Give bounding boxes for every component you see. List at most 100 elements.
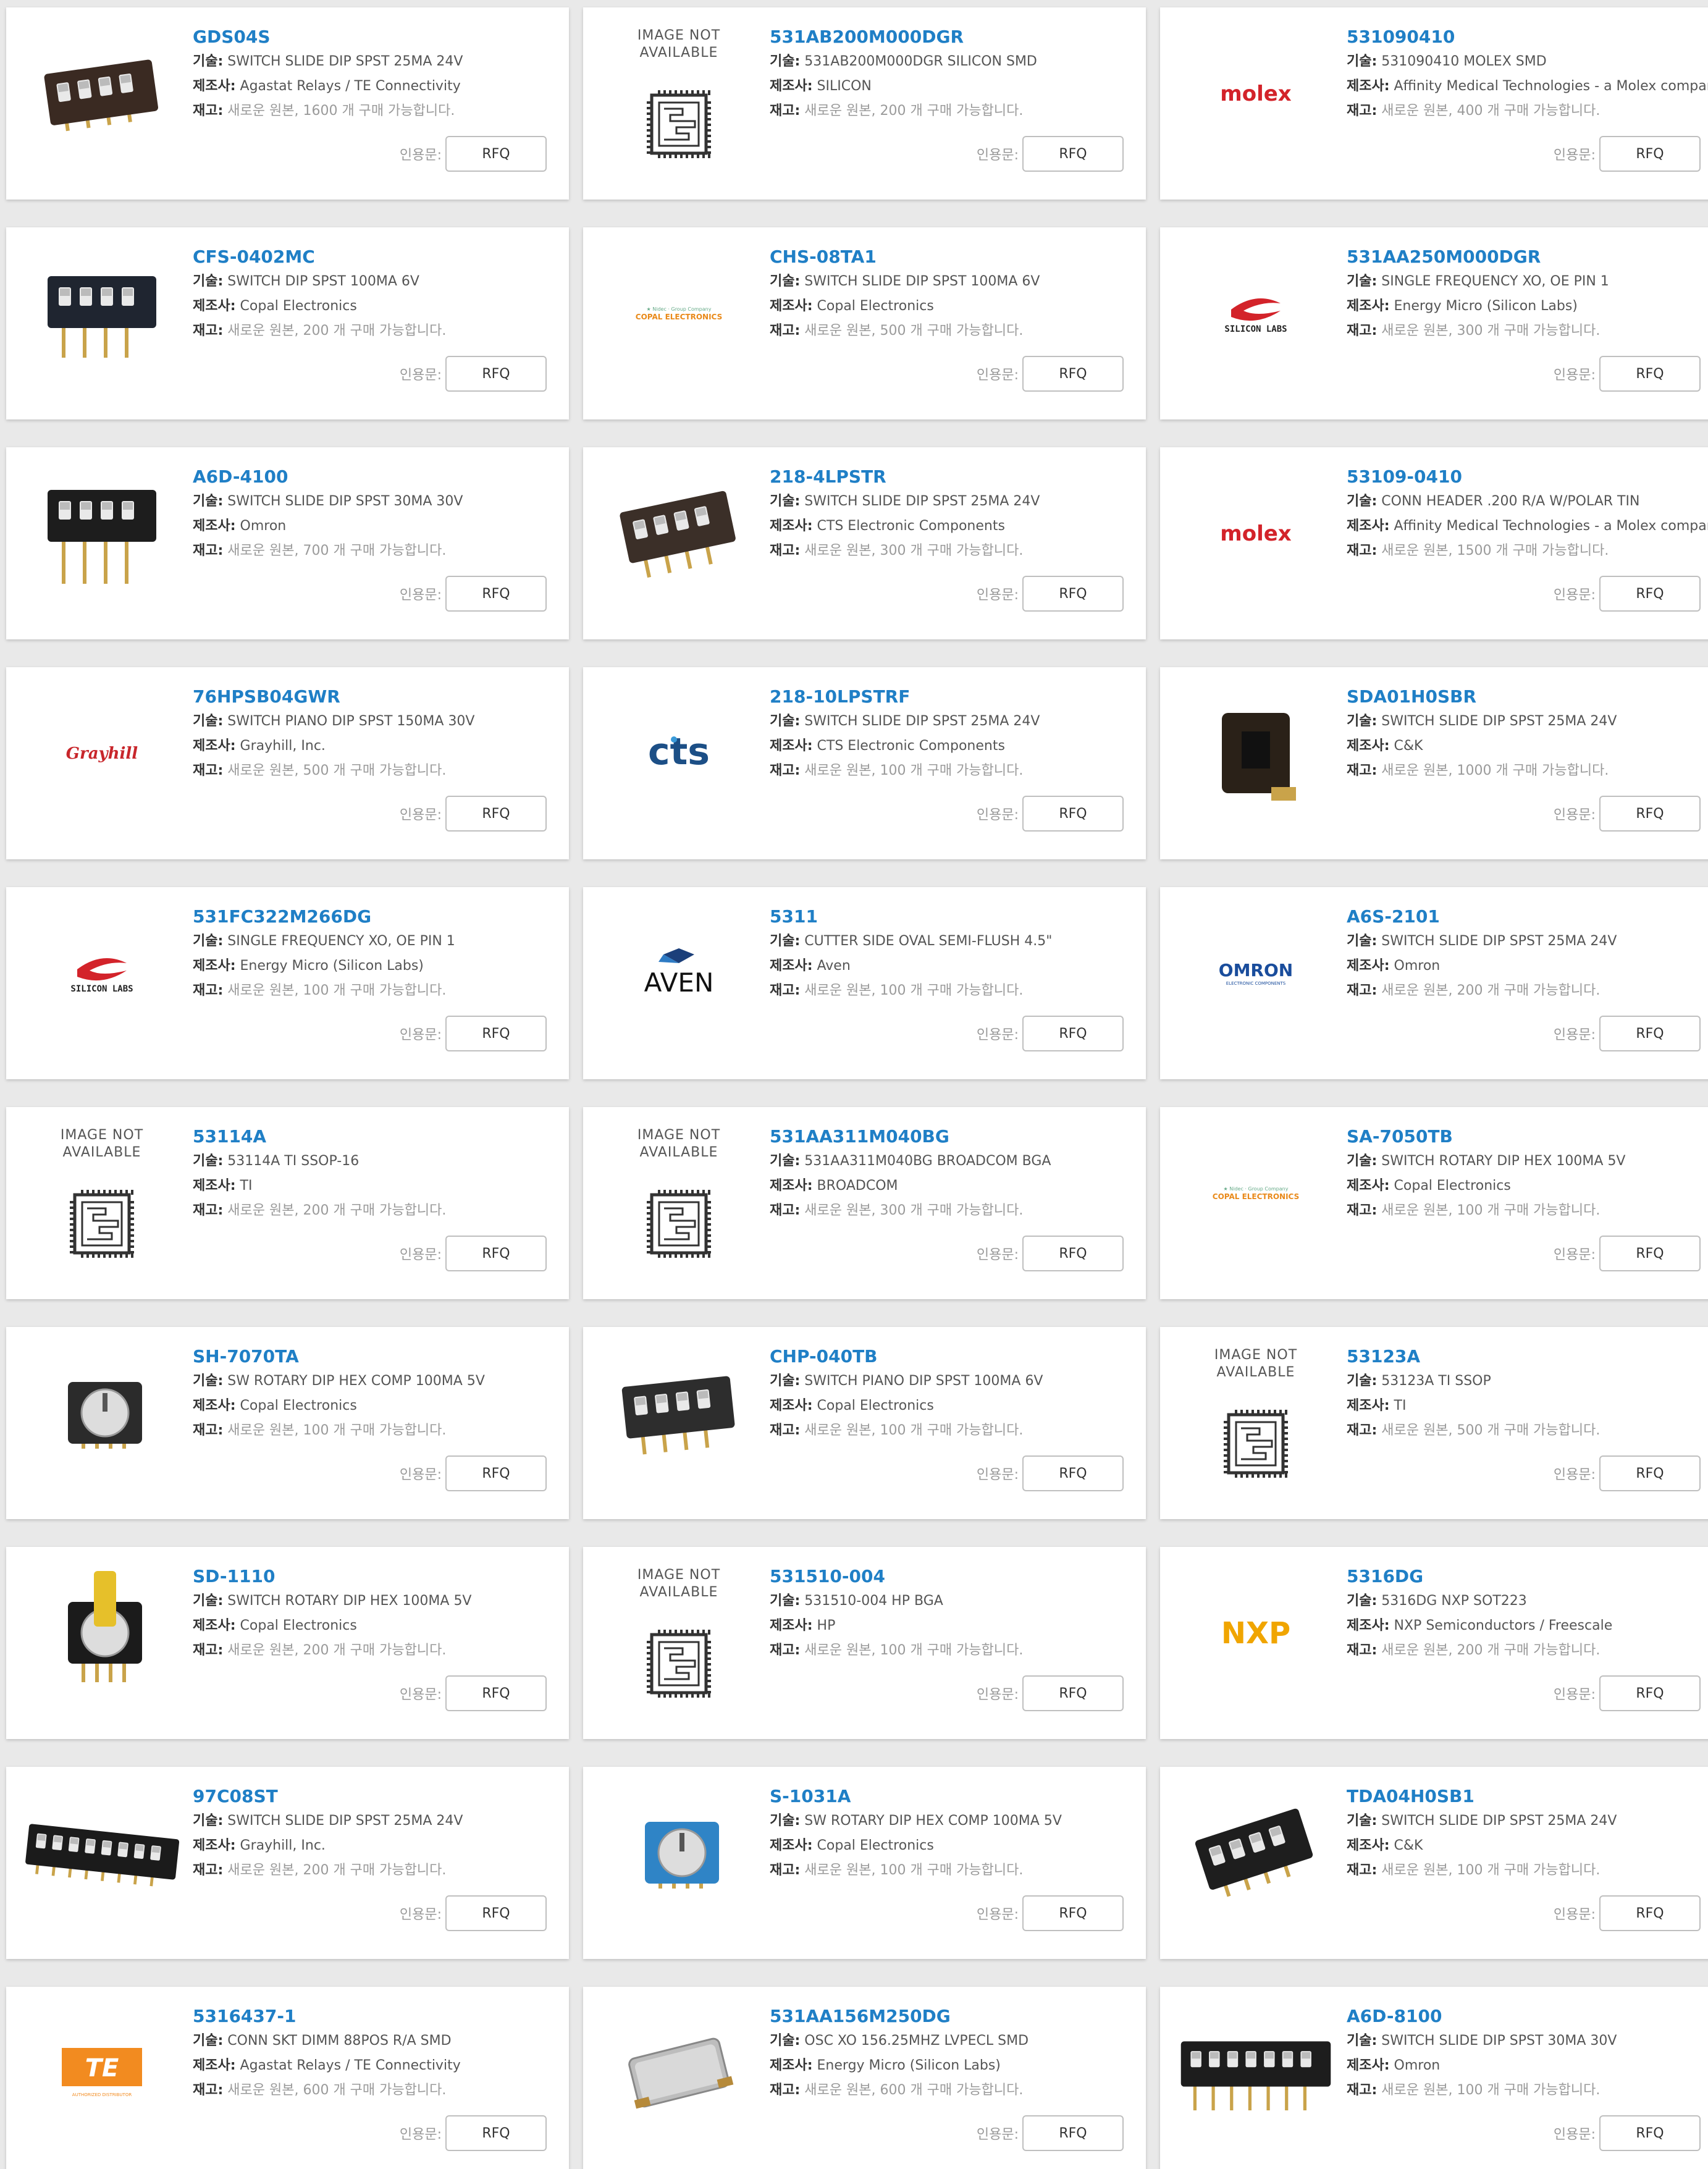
rfq-button[interactable]: RFQ [445, 796, 547, 832]
rfq-button[interactable]: RFQ [445, 576, 547, 612]
rfq-button[interactable]: RFQ [445, 1895, 547, 1931]
product-image[interactable]: TE AUTHORIZED DISTRIBUTOR [19, 2002, 185, 2144]
part-number-link[interactable]: A6S-2101 [1347, 904, 1708, 929]
product-image[interactable]: IMAGE NOT AVAILABLE [595, 1562, 762, 1704]
part-number-link[interactable]: CFS-0402MC [193, 245, 569, 269]
product-image[interactable]: molex [1172, 22, 1339, 164]
rfq-button[interactable]: RFQ [445, 1016, 547, 1051]
maker-line: 제조사: Copal Electronics [193, 1614, 569, 1638]
part-number-link[interactable]: 531510-004 [770, 1564, 1146, 1589]
maker-value: Energy Micro (Silicon Labs) [240, 958, 424, 974]
part-number-link[interactable]: 531AA156M250DG [770, 2004, 1146, 2029]
product-image[interactable] [1172, 682, 1339, 824]
maker-label: 제조사: [193, 2058, 236, 2073]
rfq-button[interactable]: RFQ [1599, 1236, 1701, 1271]
product-image[interactable]: OMRON ELECTRONIC COMPONENTS [1172, 902, 1339, 1044]
product-image[interactable]: cts [595, 682, 762, 824]
part-number-link[interactable]: SD-1110 [193, 1564, 569, 1589]
part-number-link[interactable]: 5311 [770, 904, 1146, 929]
part-number-link[interactable]: SDA01H0SBR [1347, 684, 1708, 709]
part-number-link[interactable]: SA-7050TB [1347, 1124, 1708, 1149]
rfq-button[interactable]: RFQ [445, 2115, 547, 2151]
rfq-button[interactable]: RFQ [1022, 1236, 1124, 1271]
part-number-link[interactable]: 531AA250M000DGR [1347, 245, 1708, 269]
product-image[interactable] [595, 1342, 762, 1484]
quote-row: 인용문: RFQ [400, 2115, 547, 2151]
product-image[interactable]: IMAGE NOT AVAILABLE [595, 1122, 762, 1264]
product-image[interactable] [1172, 2002, 1339, 2144]
product-image[interactable]: SILICON LABS [19, 902, 185, 1044]
part-number-link[interactable]: 218-10LPSTRF [770, 684, 1146, 709]
product-image[interactable] [19, 1342, 185, 1484]
part-number-link[interactable]: CHS-08TA1 [770, 245, 1146, 269]
rfq-button[interactable]: RFQ [1022, 1675, 1124, 1711]
part-number-link[interactable]: SH-7070TA [193, 1344, 569, 1369]
rfq-button[interactable]: RFQ [1022, 796, 1124, 832]
rfq-button[interactable]: RFQ [1599, 136, 1701, 172]
product-image[interactable] [19, 1562, 185, 1704]
maker-value: Copal Electronics [817, 298, 934, 314]
product-image[interactable]: SILICON LABS [1172, 242, 1339, 384]
rfq-button[interactable]: RFQ [445, 1236, 547, 1271]
rfq-button[interactable]: RFQ [1022, 2115, 1124, 2151]
rfq-button[interactable]: RFQ [1022, 136, 1124, 172]
product-image[interactable]: AVEN [595, 902, 762, 1044]
part-number-link[interactable]: 531FC322M266DG [193, 904, 569, 929]
rfq-button[interactable]: RFQ [1599, 1675, 1701, 1711]
product-image[interactable]: molex [1172, 462, 1339, 604]
part-number-link[interactable]: GDS04S [193, 25, 569, 49]
part-number-link[interactable]: 531AB200M000DGR [770, 25, 1146, 49]
svg-text:COPAL ELECTRONICS: COPAL ELECTRONICS [1213, 1192, 1299, 1201]
rfq-button[interactable]: RFQ [445, 1675, 547, 1711]
rfq-button[interactable]: RFQ [1022, 356, 1124, 392]
rfq-button[interactable]: RFQ [1599, 1455, 1701, 1491]
rfq-button[interactable]: RFQ [1599, 796, 1701, 832]
rfq-button[interactable]: RFQ [1599, 1016, 1701, 1051]
part-number-link[interactable]: 53109-0410 [1347, 465, 1708, 489]
product-image[interactable]: IMAGE NOT AVAILABLE [595, 22, 762, 164]
product-image[interactable]: ★ Nidec · Group Company COPAL ELECTRONICS [595, 242, 762, 384]
part-number-link[interactable]: 5316DG [1347, 1564, 1708, 1589]
rfq-button[interactable]: RFQ [1022, 1895, 1124, 1931]
product-image[interactable]: NXP [1172, 1562, 1339, 1704]
product-image[interactable]: IMAGE NOT AVAILABLE [19, 1122, 185, 1264]
part-number-link[interactable]: 53114A [193, 1124, 569, 1149]
rfq-button[interactable]: RFQ [1022, 576, 1124, 612]
product-image[interactable]: ★ Nidec · Group Company COPAL ELECTRONICS [1172, 1122, 1339, 1264]
product-image[interactable] [595, 462, 762, 604]
part-number-link[interactable]: 218-4LPSTR [770, 465, 1146, 489]
product-image[interactable]: Grayhill [19, 682, 185, 824]
product-image[interactable] [19, 242, 185, 384]
product-info: A6D-4100 기술: SWITCH SLIDE DIP SPST 30MA … [193, 465, 569, 563]
rfq-button[interactable]: RFQ [1599, 356, 1701, 392]
product-image[interactable] [595, 1782, 762, 1924]
rfq-button[interactable]: RFQ [445, 136, 547, 172]
product-image[interactable] [1172, 1782, 1339, 1924]
part-number-link[interactable]: S-1031A [770, 1784, 1146, 1809]
product-image[interactable] [595, 2002, 762, 2144]
rfq-button[interactable]: RFQ [1022, 1455, 1124, 1491]
part-number-link[interactable]: 97C08ST [193, 1784, 569, 1809]
product-image[interactable] [19, 1782, 185, 1924]
maker-value: Copal Electronics [240, 1398, 357, 1413]
part-number-link[interactable]: TDA04H0SB1 [1347, 1784, 1708, 1809]
part-number-link[interactable]: CHP-040TB [770, 1344, 1146, 1369]
stock-value: 새로운 원본, 100 개 구매 가능합니다. [804, 1863, 1024, 1878]
rfq-button[interactable]: RFQ [1599, 576, 1701, 612]
product-image[interactable]: IMAGE NOT AVAILABLE [1172, 1342, 1339, 1484]
stock-line: 재고: 새로운 원본, 200 개 구매 가능합니다. [1347, 979, 1708, 1003]
rfq-button[interactable]: RFQ [1599, 1895, 1701, 1931]
rfq-button[interactable]: RFQ [445, 1455, 547, 1491]
part-number-link[interactable]: 5316437-1 [193, 2004, 569, 2029]
part-number-link[interactable]: A6D-8100 [1347, 2004, 1708, 2029]
rfq-button[interactable]: RFQ [445, 356, 547, 392]
part-number-link[interactable]: 76HPSB04GWR [193, 684, 569, 709]
rfq-button[interactable]: RFQ [1022, 1016, 1124, 1051]
rfq-button[interactable]: RFQ [1599, 2115, 1701, 2151]
part-number-link[interactable]: 53123A [1347, 1344, 1708, 1369]
part-number-link[interactable]: 531090410 [1347, 25, 1708, 49]
product-image[interactable] [19, 462, 185, 604]
part-number-link[interactable]: A6D-4100 [193, 465, 569, 489]
part-number-link[interactable]: 531AA311M040BG [770, 1124, 1146, 1149]
product-image[interactable] [19, 22, 185, 164]
